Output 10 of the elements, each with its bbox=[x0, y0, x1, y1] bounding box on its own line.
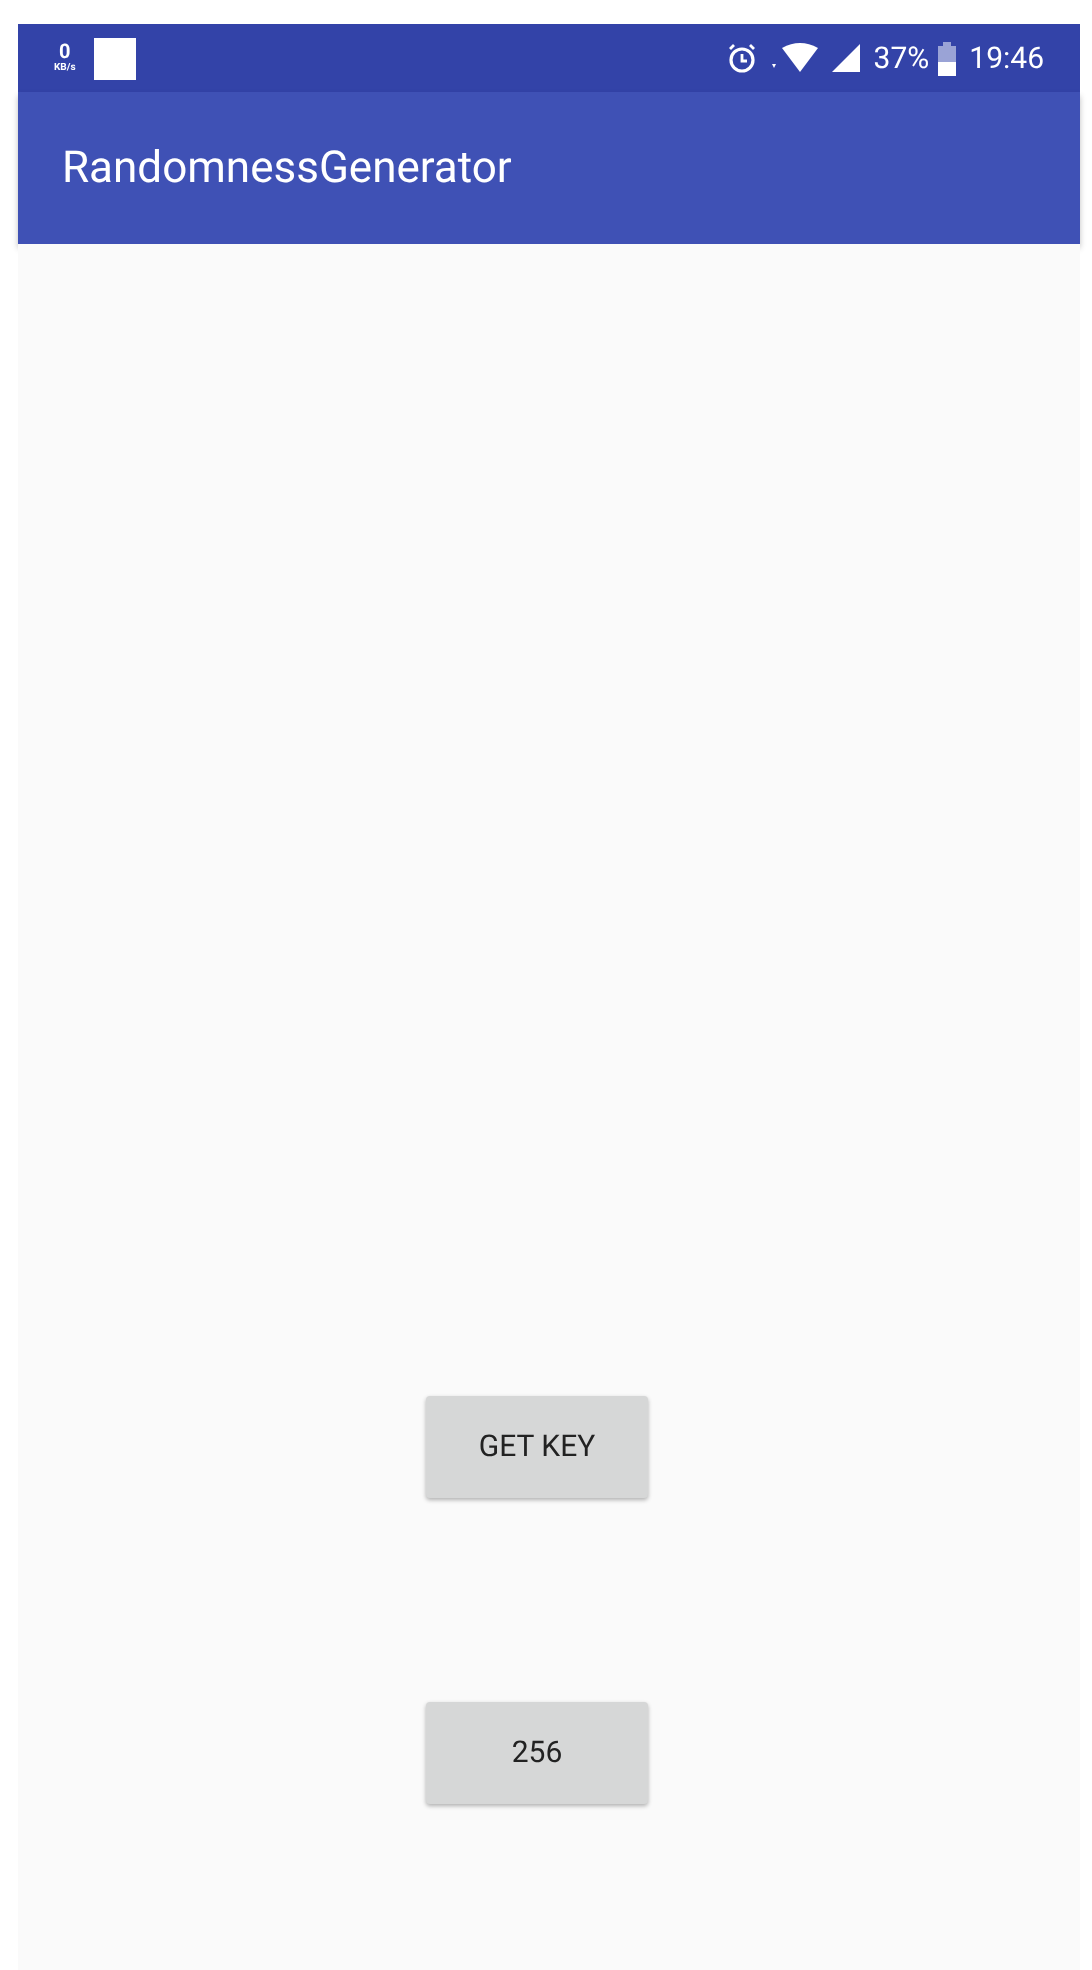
action-button[interactable]: 256 bbox=[426, 1702, 648, 1804]
app-title: RandomnessGenerator bbox=[62, 141, 512, 197]
notification-icon bbox=[93, 37, 136, 79]
speed-value: 0 bbox=[59, 43, 71, 63]
battery-icon bbox=[937, 41, 956, 75]
clock-time: 19:46 bbox=[969, 37, 1044, 80]
alarm-icon bbox=[725, 42, 758, 74]
action-button[interactable]: GET KEY bbox=[426, 1396, 648, 1498]
signal-icon bbox=[829, 42, 862, 74]
battery-percent: 37% bbox=[873, 37, 930, 80]
